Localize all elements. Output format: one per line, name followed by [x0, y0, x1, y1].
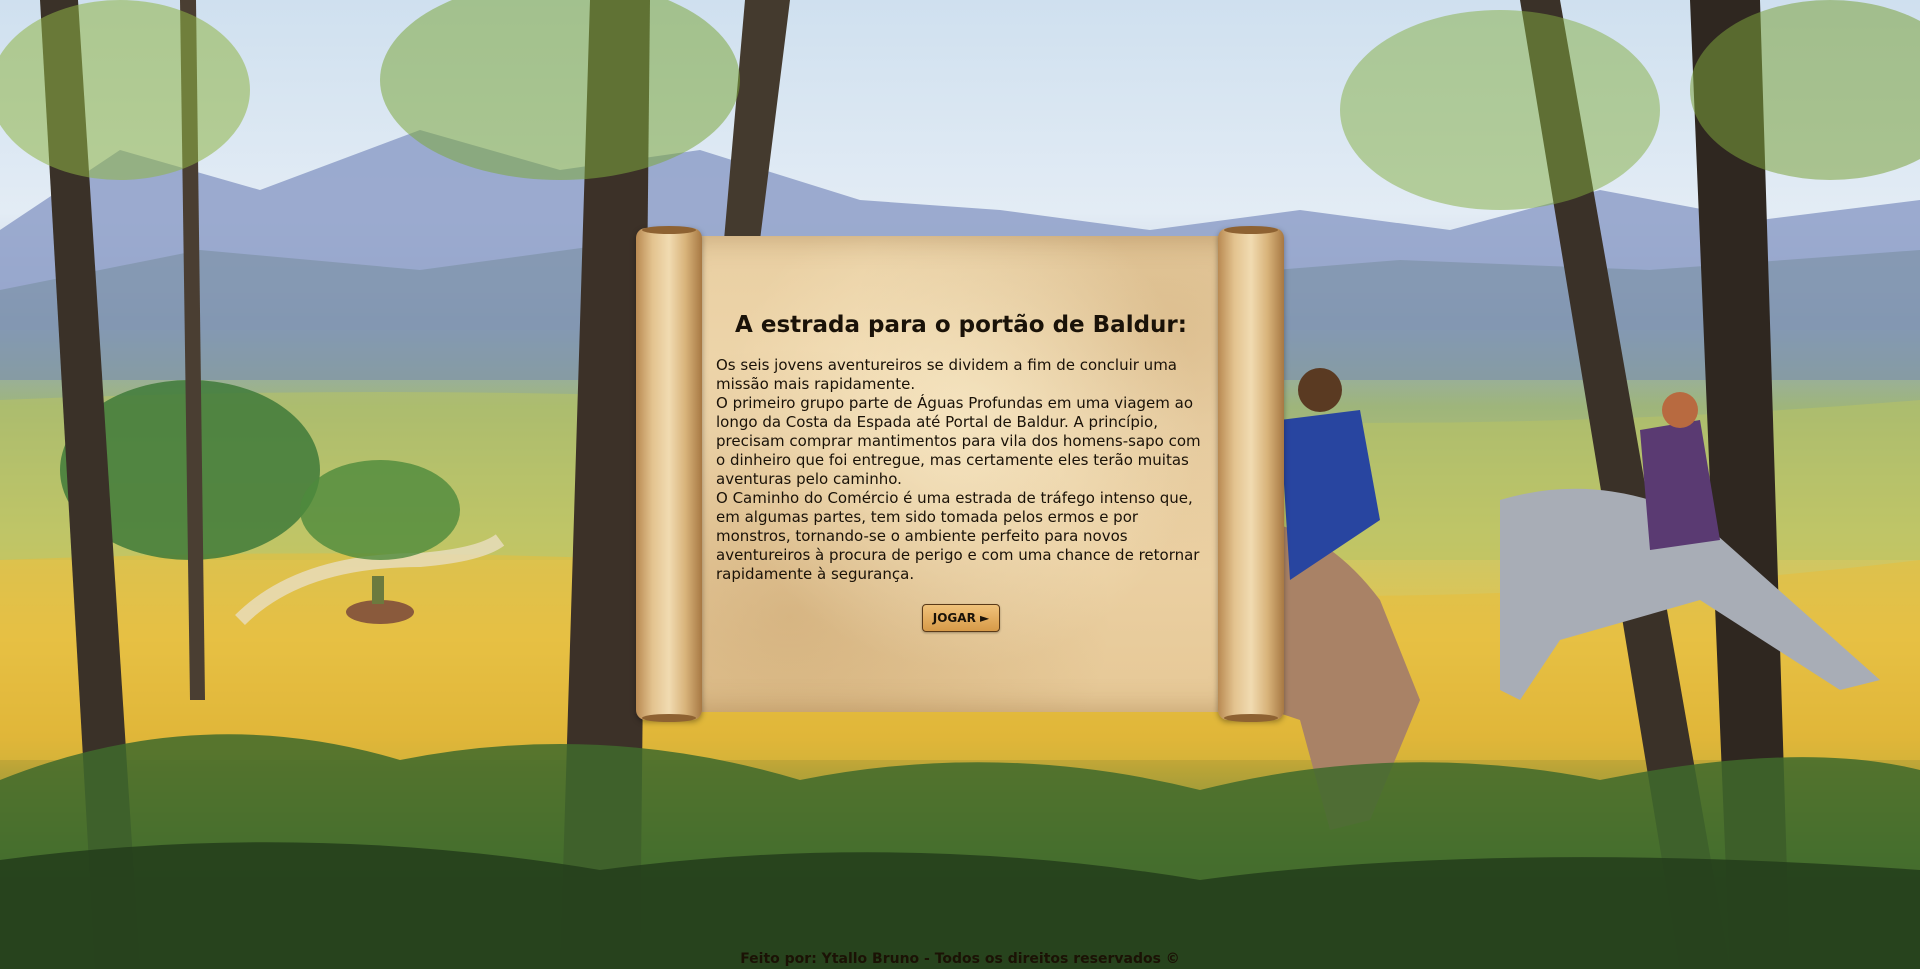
game-scene: A estrada para o portão de Baldur: Os se…: [0, 0, 1920, 969]
story-paragraph: Os seis jovens aventureiros se dividem a…: [716, 356, 1177, 393]
story-paragraph: O Caminho do Comércio é uma estrada de t…: [716, 489, 1200, 583]
play-button-container: JOGAR ►: [716, 604, 1206, 632]
play-button[interactable]: JOGAR ►: [921, 604, 1001, 632]
scroll-right-roll: [1218, 226, 1284, 722]
footer-credits: Feito por: Ytallo Bruno - Todos os direi…: [740, 951, 1180, 967]
scroll-left-roll: [636, 226, 702, 722]
story-text: Os seis jovens aventureiros se dividem a…: [716, 356, 1206, 584]
scroll-content: A estrada para o portão de Baldur: Os se…: [716, 312, 1206, 632]
story-title: A estrada para o portão de Baldur:: [735, 312, 1187, 338]
story-paragraph: O primeiro grupo parte de Águas Profunda…: [716, 394, 1201, 488]
parchment-scroll: A estrada para o portão de Baldur: Os se…: [636, 226, 1284, 722]
